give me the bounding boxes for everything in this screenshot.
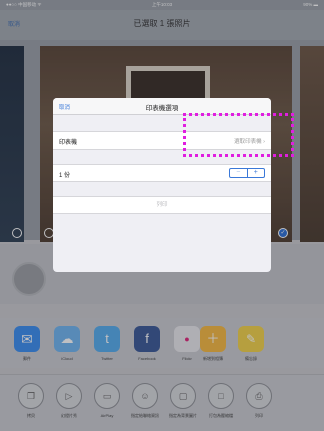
copies-label: 1 份 (59, 173, 71, 179)
copies-row: 1 份 − + (53, 164, 271, 182)
decrement-button[interactable]: − (230, 169, 248, 177)
copies-stepper[interactable]: − + (229, 168, 265, 178)
increment-button[interactable]: + (248, 169, 265, 177)
print-button[interactable]: 列印 (53, 196, 271, 214)
sheet-title: 印表機選項 (145, 105, 179, 112)
highlight-box (183, 113, 294, 157)
printer-label: 印表機 (59, 140, 78, 146)
